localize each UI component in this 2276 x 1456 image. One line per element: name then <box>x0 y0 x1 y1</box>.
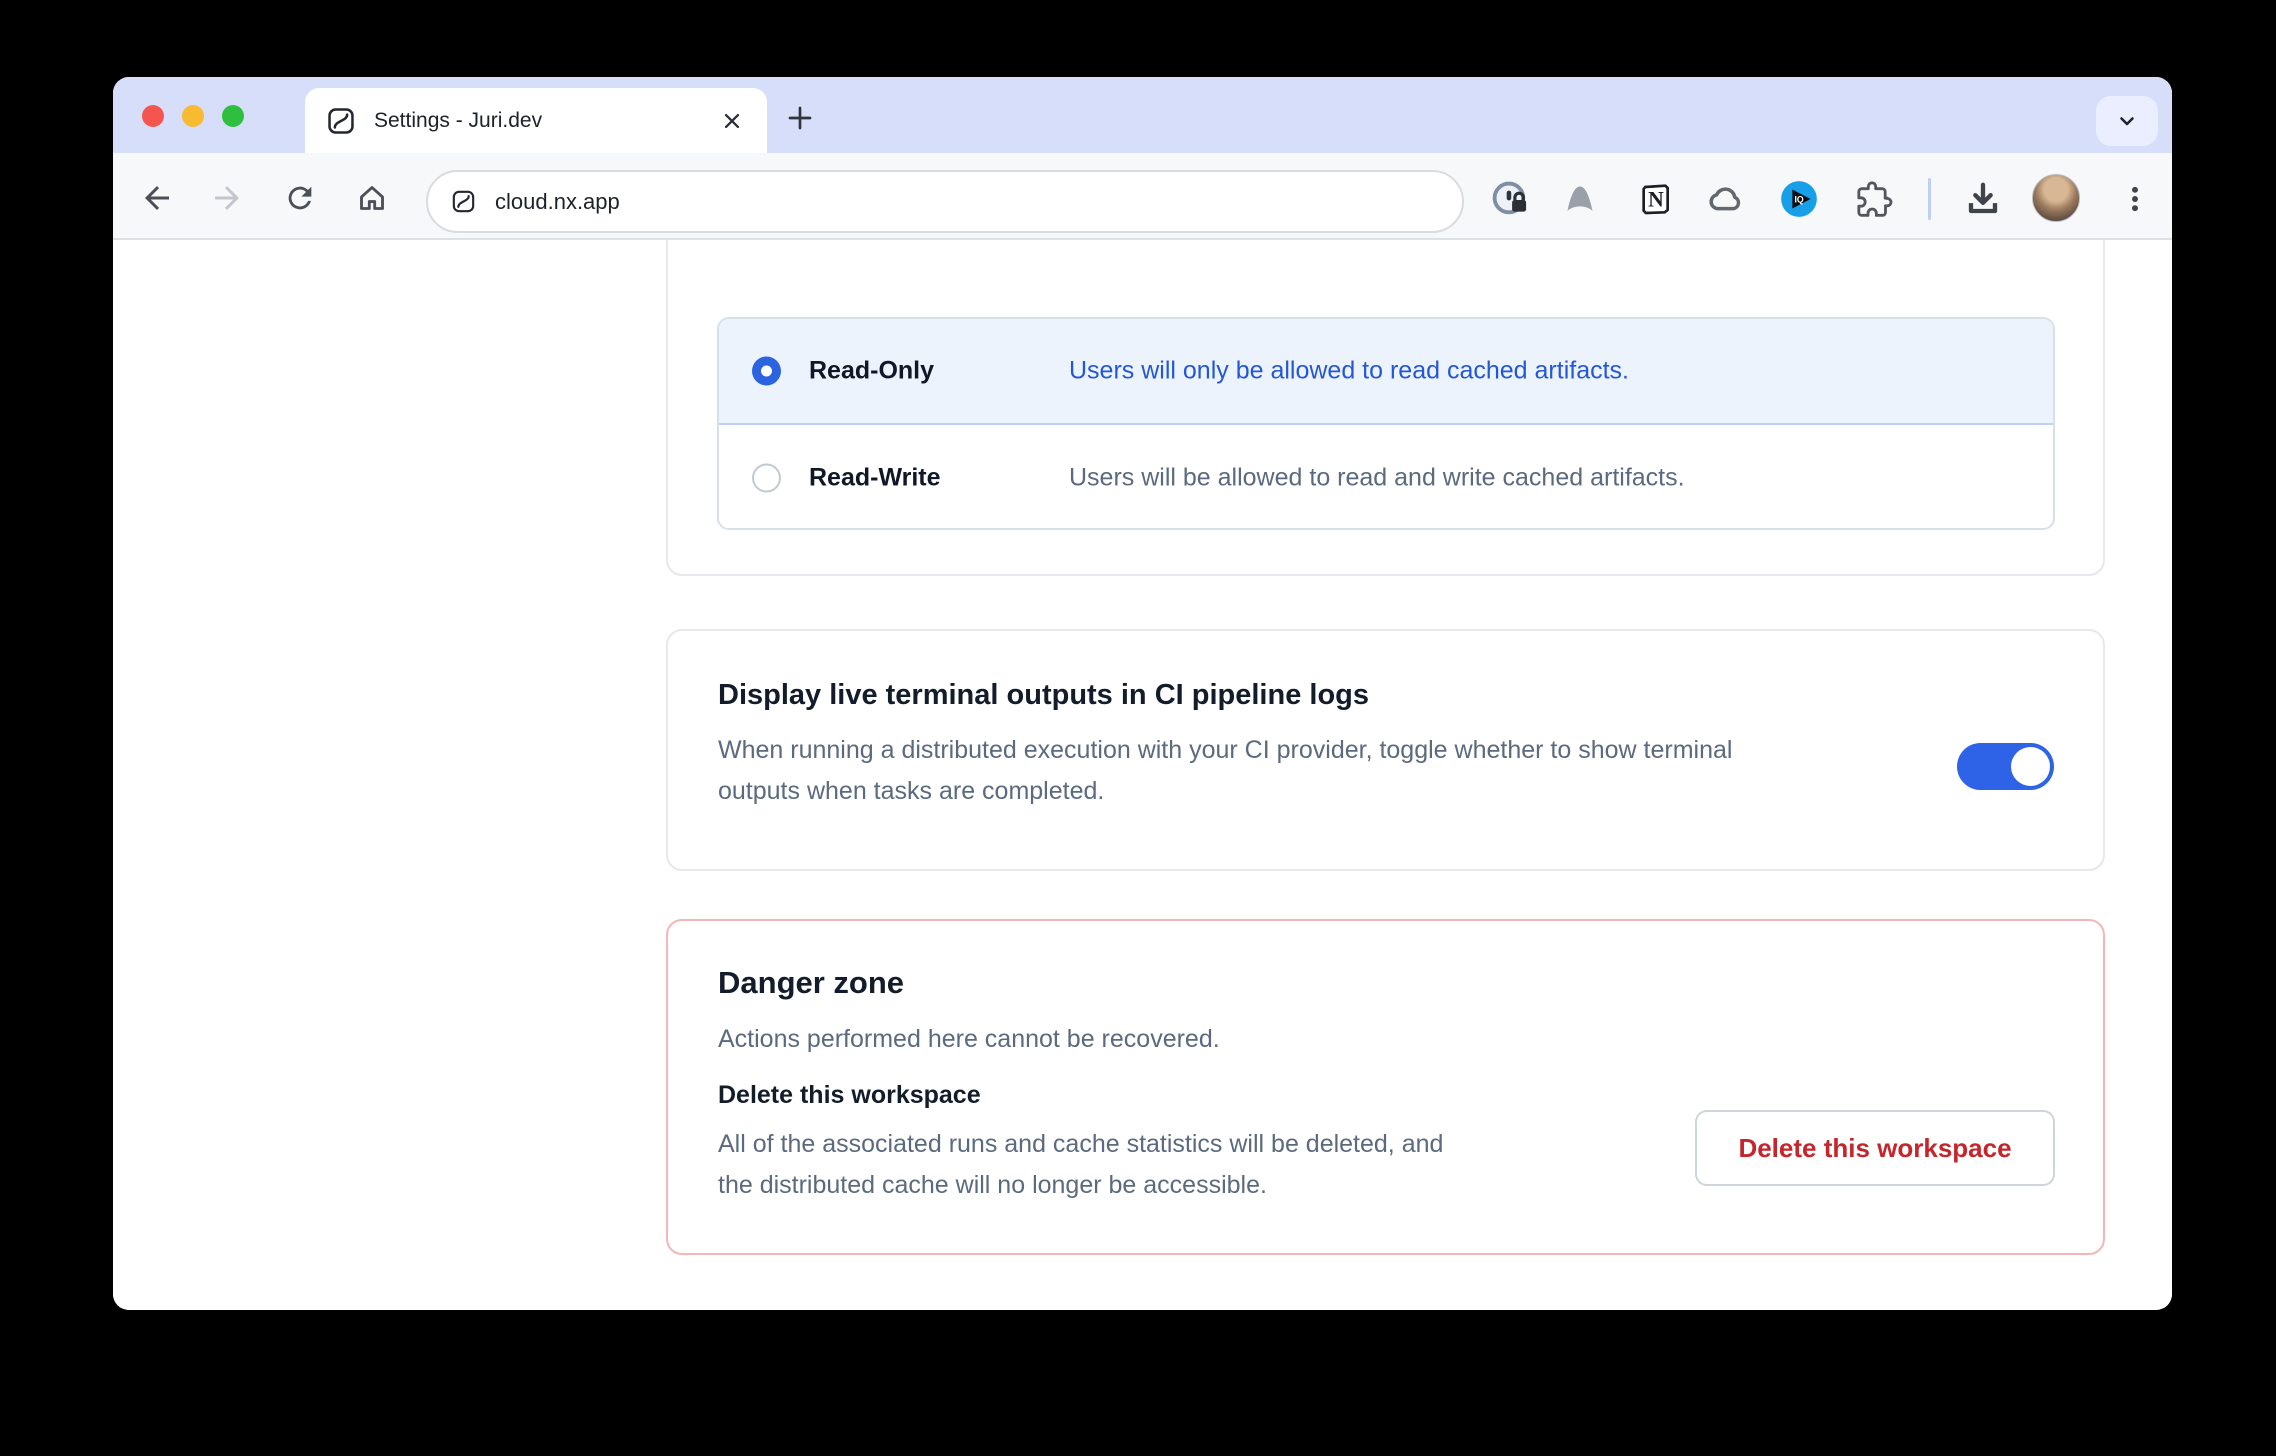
video-play-icon: IQ <box>1778 178 1820 220</box>
svg-text:IQ: IQ <box>1794 194 1803 204</box>
zoom-window-button[interactable] <box>222 105 244 127</box>
radio-option-read-write[interactable]: Read-Write Users will be allowed to read… <box>719 425 2053 530</box>
password-manager-icon <box>1489 178 1531 220</box>
radio-label: Read-Write <box>809 463 941 492</box>
radio-label: Read-Only <box>809 357 934 386</box>
video-play-extension-button[interactable]: IQ <box>1777 177 1821 221</box>
new-tab-icon <box>784 102 816 134</box>
forward-icon <box>209 180 245 216</box>
home-button[interactable] <box>352 178 392 218</box>
danger-zone-subtitle: Actions performed here cannot be recover… <box>718 1025 1220 1054</box>
nx-cloud-favicon <box>325 105 357 137</box>
toolbar-divider <box>1928 178 1931 220</box>
terminal-outputs-toggle[interactable] <box>1957 743 2054 790</box>
description-line: the distributed cache will no longer be … <box>718 1165 1443 1206</box>
tab-title: Settings - Juri.dev <box>374 109 719 133</box>
extensions-button[interactable] <box>1852 177 1896 221</box>
delete-workspace-button[interactable]: Delete this workspace <box>1695 1110 2055 1186</box>
forward-button[interactable] <box>207 178 247 218</box>
browser-window: Settings - Juri.dev <box>113 77 2172 1310</box>
back-button[interactable] <box>137 178 177 218</box>
back-icon <box>139 180 175 216</box>
radio-unselected-icon[interactable] <box>752 463 781 492</box>
description-line: All of the associated runs and cache sta… <box>718 1124 1443 1165</box>
tab-close-icon[interactable] <box>719 108 745 134</box>
downloads-button[interactable] <box>1961 177 2005 221</box>
url-text: cloud.nx.app <box>495 189 620 215</box>
description-line: When running a distributed execution wit… <box>718 730 1732 771</box>
radio-description: Users will be allowed to read and write … <box>1069 463 1685 492</box>
cloud-sync-icon <box>1705 178 1747 220</box>
extensions-puzzle-icon <box>1854 179 1894 219</box>
browser-toolbar: cloud.nx.app N <box>113 153 2172 240</box>
kebab-menu-icon <box>2118 182 2152 216</box>
danger-zone-title: Danger zone <box>718 965 904 1001</box>
profile-avatar[interactable] <box>2032 174 2080 222</box>
radio-description: Users will only be allowed to read cache… <box>1069 357 1629 386</box>
radio-selected-icon[interactable] <box>752 357 781 386</box>
notion-icon: N <box>1636 179 1676 219</box>
radio-option-read-only[interactable]: Read-Only Users will only be allowed to … <box>719 319 2053 425</box>
tab-strip: Settings - Juri.dev <box>113 77 2172 153</box>
new-tab-button[interactable] <box>781 99 819 137</box>
site-favicon <box>450 188 477 215</box>
delete-workspace-heading: Delete this workspace <box>718 1081 981 1110</box>
minimize-window-button[interactable] <box>182 105 204 127</box>
card-title: Display live terminal outputs in CI pipe… <box>718 679 1369 712</box>
card-description: When running a distributed execution wit… <box>718 730 1732 812</box>
download-icon <box>1963 179 2003 219</box>
tab-search-button[interactable] <box>2096 96 2158 146</box>
notion-extension-button[interactable]: N <box>1634 177 1678 221</box>
page-content: token? Learn more. Read-Only Users will … <box>113 240 2172 1308</box>
danger-zone-card: Danger zone Actions performed here canno… <box>666 919 2105 1255</box>
cloud-sync-extension-button[interactable] <box>1704 177 1748 221</box>
reload-button[interactable] <box>280 178 320 218</box>
terminal-outputs-card: Display live terminal outputs in CI pipe… <box>666 629 2105 871</box>
access-scope-radio-group: Read-Only Users will only be allowed to … <box>717 317 2055 530</box>
reload-icon <box>283 181 317 215</box>
home-icon <box>354 180 390 216</box>
description-line: outputs when tasks are completed. <box>718 771 1732 812</box>
password-manager-extension-button[interactable] <box>1488 177 1532 221</box>
browser-menu-button[interactable] <box>2113 177 2157 221</box>
tabstrip-chevron-icon <box>2115 109 2139 133</box>
svg-text:N: N <box>1648 188 1664 212</box>
window-controls <box>142 105 244 127</box>
delete-workspace-description: All of the associated runs and cache sta… <box>718 1124 1443 1206</box>
active-tab[interactable]: Settings - Juri.dev <box>305 88 767 153</box>
vpn-extension-button[interactable] <box>1558 177 1602 221</box>
address-bar[interactable]: cloud.nx.app <box>426 170 1464 233</box>
vpn-mountain-icon <box>1560 179 1600 219</box>
toggle-knob <box>2011 747 2050 786</box>
close-window-button[interactable] <box>142 105 164 127</box>
